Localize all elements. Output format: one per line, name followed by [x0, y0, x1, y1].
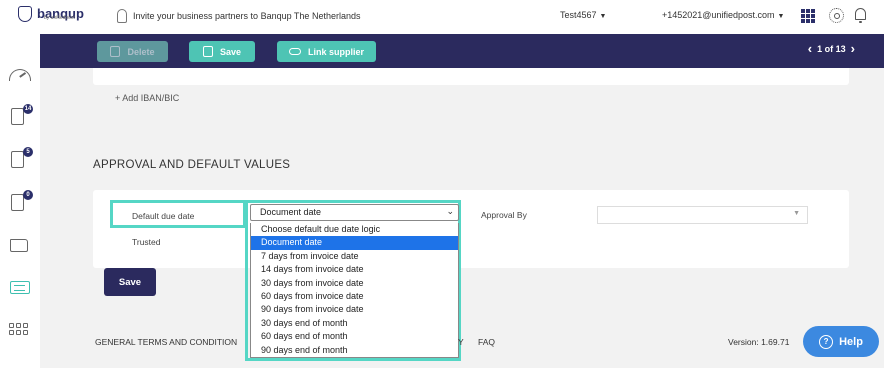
- delete-button[interactable]: Delete: [97, 41, 168, 62]
- invite-partners-link[interactable]: Invite your business partners to Banqup …: [117, 9, 360, 23]
- approval-by-label: Approval By: [481, 210, 527, 220]
- badge-count: 14: [23, 104, 33, 114]
- help-label: Help: [839, 335, 863, 348]
- add-iban-link[interactable]: + Add IBAN/BIC: [115, 93, 179, 103]
- dropdown-option[interactable]: 30 days end of month: [251, 317, 458, 330]
- chevron-left-icon[interactable]: ‹: [808, 42, 812, 55]
- user-menu[interactable]: Test4567 ▼: [560, 10, 606, 20]
- chevron-right-icon[interactable]: ›: [851, 42, 855, 55]
- account-name: +1452021@unifiedpost.com: [662, 10, 775, 20]
- chevron-down-icon: ⌄: [446, 206, 454, 216]
- dropdown-option[interactable]: 60 days end of month: [251, 330, 458, 343]
- caret-down-icon: ▼: [777, 13, 785, 20]
- due-date-selected-value: Document date: [260, 207, 322, 217]
- sidebar-item-folders[interactable]: [9, 234, 31, 254]
- contacts-card-icon: [10, 281, 30, 294]
- shield-icon: [18, 6, 32, 22]
- default-due-date-select[interactable]: Document date ⌄: [250, 204, 459, 221]
- footer-link-fragment[interactable]: Y: [458, 337, 464, 347]
- person-add-icon: [117, 9, 127, 23]
- account-menu[interactable]: +1452021@unifiedpost.com ▼: [662, 10, 784, 20]
- user-name: Test4567: [560, 10, 597, 20]
- save-button-label: Save: [118, 276, 142, 288]
- question-icon: ?: [819, 334, 834, 349]
- dashboard-gauge-icon[interactable]: [9, 64, 31, 84]
- sidebar: 14 5 0: [0, 34, 40, 368]
- document-out-icon: [11, 151, 24, 168]
- apps-grid-icon[interactable]: [801, 9, 815, 23]
- help-button[interactable]: ? Help: [803, 326, 879, 357]
- main-content: + Add IBAN/BIC APPROVAL AND DEFAULT VALU…: [40, 68, 884, 368]
- trusted-label: Trusted: [132, 237, 161, 247]
- sidebar-item-outbox[interactable]: 5: [9, 147, 33, 169]
- dropdown-option[interactable]: 60 days from invoice date: [251, 290, 458, 303]
- dropdown-option[interactable]: Document date: [251, 236, 458, 250]
- trash-icon: [110, 46, 121, 57]
- link-icon: [288, 48, 301, 55]
- save-icon: [202, 46, 213, 57]
- badge-count: 5: [23, 147, 33, 157]
- bank-details-card: [93, 68, 849, 85]
- dropdown-option[interactable]: 30 days from invoice date: [251, 277, 458, 290]
- logo-subtitle: by unifiedpost: [44, 15, 75, 21]
- link-supplier-label: Link supplier: [307, 46, 364, 57]
- sidebar-item-contacts[interactable]: [9, 278, 31, 298]
- version-text: Version: 1.69.71: [728, 337, 790, 347]
- document-list-icon: [11, 194, 24, 211]
- terms-link[interactable]: GENERAL TERMS AND CONDITION: [95, 337, 237, 347]
- due-date-label-text: Default due date: [132, 211, 195, 221]
- folder-add-icon: [10, 239, 28, 252]
- link-supplier-button[interactable]: Link supplier: [277, 41, 376, 62]
- sidebar-item-documents[interactable]: 0: [9, 190, 33, 212]
- badge-count: 0: [23, 190, 33, 200]
- save-button[interactable]: Save: [104, 268, 156, 296]
- dropdown-option[interactable]: 14 days from invoice date: [251, 263, 458, 276]
- bell-icon[interactable]: [855, 8, 866, 23]
- document-in-icon: [11, 108, 24, 125]
- gear-icon[interactable]: [829, 8, 844, 23]
- dropdown-option[interactable]: 90 days end of month: [251, 344, 458, 357]
- caret-down-icon: ▼: [599, 13, 607, 20]
- approval-by-select[interactable]: ▼: [597, 206, 808, 224]
- default-due-date-label: Default due date: [110, 200, 246, 228]
- save-label: Save: [219, 46, 242, 57]
- modules-grid-icon: [9, 323, 28, 335]
- section-title: APPROVAL AND DEFAULT VALUES: [93, 159, 291, 171]
- delete-label: Delete: [127, 46, 155, 57]
- dropdown-option[interactable]: 7 days from invoice date: [251, 250, 458, 263]
- record-pager: ‹ 1 of 13 ›: [803, 42, 860, 55]
- caret-down-icon: ▼: [793, 210, 800, 217]
- sidebar-item-modules[interactable]: [9, 321, 31, 341]
- due-date-options-list: Choose default due date logic Document da…: [250, 223, 459, 358]
- pager-text: 1 of 13: [817, 44, 846, 54]
- dropdown-option[interactable]: Choose default due date logic: [251, 223, 458, 236]
- action-toolbar: Delete Save Link supplier ‹ 1 of 13 ›: [40, 34, 884, 68]
- sidebar-item-inbox[interactable]: 14: [9, 104, 33, 126]
- save-toolbar-button[interactable]: Save: [189, 41, 255, 62]
- invite-text: Invite your business partners to Banqup …: [133, 11, 361, 21]
- top-header: banqup by unifiedpost Invite your busine…: [0, 0, 884, 34]
- faq-link[interactable]: FAQ: [478, 337, 495, 347]
- dropdown-option[interactable]: 90 days from invoice date: [251, 303, 458, 316]
